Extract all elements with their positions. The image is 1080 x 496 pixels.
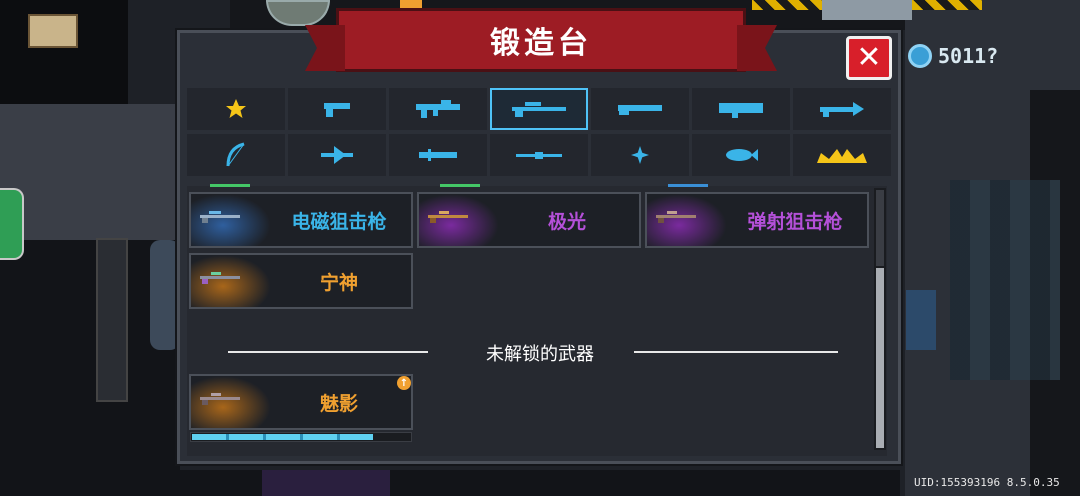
aurora-sniper-icon	[428, 211, 468, 223]
weapon-name: 弹射狙击枪	[747, 210, 843, 233]
background-screen	[906, 290, 936, 350]
unlock-progress-bar	[190, 432, 412, 442]
rifle-icon	[416, 100, 460, 118]
weapon-name: 电磁狙击枪	[291, 210, 387, 233]
serenity-sniper-icon	[200, 272, 240, 284]
pistol-icon	[324, 103, 350, 117]
player-character	[150, 240, 180, 350]
background-panel	[822, 0, 912, 20]
phantom-sniper-icon	[200, 393, 240, 405]
staff-icon	[820, 102, 864, 117]
launcher-icon	[719, 103, 763, 118]
card-accent	[210, 184, 250, 187]
side-chat-tab[interactable]	[0, 188, 24, 260]
category-tab-rifle[interactable]	[389, 88, 487, 130]
ricochet-sniper-icon	[656, 211, 696, 223]
category-tab-launcher[interactable]	[692, 88, 790, 130]
background-door	[96, 238, 128, 402]
locked-weapons-heading: 未解锁的武器	[486, 344, 594, 365]
locked-weapon-card[interactable]: 魅影	[189, 374, 413, 430]
category-tab-special[interactable]	[793, 134, 891, 176]
weapon-card[interactable]: 极光	[417, 192, 641, 248]
category-tab-crossbow[interactable]	[288, 134, 386, 176]
shotgun-icon	[618, 105, 662, 115]
background-floor	[0, 104, 180, 240]
currency-value: 5011?	[938, 44, 999, 68]
title-banner: 锻造台	[336, 8, 746, 72]
bow-icon	[226, 142, 245, 167]
category-tab-staff[interactable]	[793, 88, 891, 130]
upgrade-icon: ↑	[397, 376, 411, 390]
weapon-card[interactable]: 电磁狙击枪	[189, 192, 413, 248]
weapon-category-grid	[187, 88, 893, 180]
card-accent	[440, 184, 480, 187]
weapon-card[interactable]: 弹射狙击枪	[645, 192, 869, 248]
scrollbar-track-upper	[876, 190, 884, 266]
railgun-sniper-icon	[200, 211, 240, 223]
fish-icon	[726, 149, 758, 161]
divider-line-right	[634, 351, 838, 353]
star-icon	[226, 99, 246, 118]
background-machines	[950, 180, 1060, 380]
page-title: 锻造台	[490, 26, 592, 61]
card-accent	[668, 184, 708, 187]
weapon-card[interactable]: 宁神	[189, 253, 413, 309]
category-tab-star[interactable]	[187, 88, 285, 130]
weapon-name: 宁神	[319, 271, 358, 294]
category-tab-blade[interactable]	[389, 134, 487, 176]
close-button[interactable]: ✕	[846, 36, 892, 80]
scrollbar-thumb[interactable]	[876, 268, 884, 448]
divider-line-left	[228, 351, 428, 353]
uid-label: UID:155393196 8.5.0.35	[914, 476, 1060, 489]
category-tab-shotgun[interactable]	[591, 88, 689, 130]
category-tab-pistol[interactable]	[288, 88, 386, 130]
close-icon: ✕	[856, 40, 882, 75]
hazard-stripes-2	[912, 0, 982, 10]
crossbow-icon	[321, 146, 353, 164]
background-portal	[262, 470, 390, 496]
weapon-name: 魅影	[319, 392, 358, 415]
category-tab-sniper[interactable]	[490, 88, 588, 130]
gem-icon	[908, 44, 932, 68]
spear-icon	[516, 152, 562, 159]
shuriken-icon	[631, 146, 649, 164]
blade-icon	[419, 149, 457, 161]
top-item	[400, 0, 422, 8]
currency-display: 5011?	[908, 44, 998, 68]
notice-board	[28, 14, 78, 48]
unlock-progress-fill	[192, 434, 373, 440]
category-tab-fish[interactable]	[692, 134, 790, 176]
weapon-name: 极光	[547, 210, 586, 233]
category-tab-spear[interactable]	[490, 134, 588, 176]
sniper-icon	[512, 102, 566, 117]
category-tab-bow[interactable]	[187, 134, 285, 176]
category-tab-shuriken[interactable]	[591, 134, 689, 176]
crown-icon	[817, 149, 867, 163]
hazard-stripes	[752, 0, 822, 10]
